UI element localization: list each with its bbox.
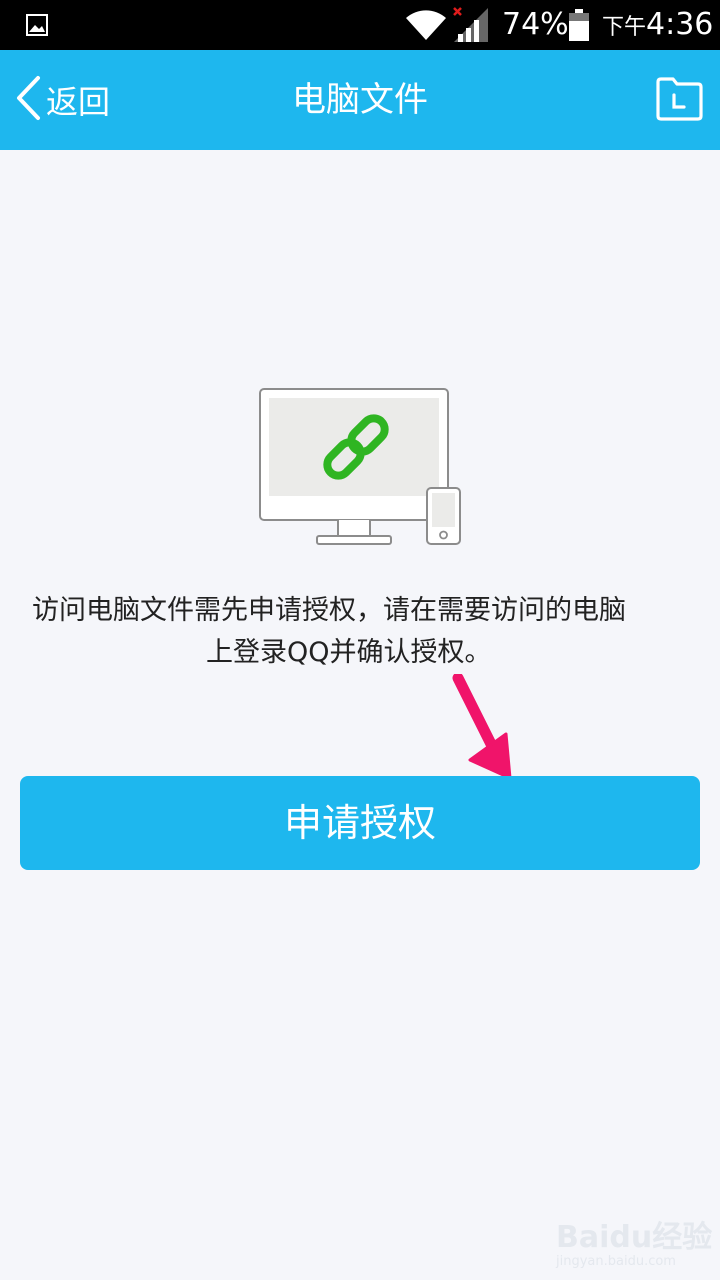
baidu-watermark: Baidu经验 jingyan.baidu.com bbox=[556, 1212, 712, 1269]
phone-icon bbox=[426, 487, 461, 545]
nav-bar: 返回 电脑文件 bbox=[0, 50, 720, 150]
status-time-value: 4:36 bbox=[646, 7, 714, 42]
status-time: 下午4:36 bbox=[602, 8, 713, 45]
status-bar: 74% 下午4:36 bbox=[0, 0, 720, 50]
page-title: 电脑文件 bbox=[292, 80, 428, 120]
description-line-2: 上登录QQ并确认授权。 bbox=[206, 637, 492, 668]
pointer-arrow-icon bbox=[448, 672, 518, 790]
authorization-description: 访问电脑文件需先申请授权，请在需要访问的电脑 上登录QQ并确认授权。 bbox=[22, 590, 712, 674]
status-time-prefix: 下午 bbox=[602, 15, 647, 40]
battery-icon bbox=[568, 8, 590, 46]
wifi-icon bbox=[404, 8, 448, 46]
watermark-url: jingyan.baidu.com bbox=[556, 1254, 676, 1269]
watermark-brand: Baidu经验 bbox=[556, 1220, 713, 1255]
folder-icon[interactable] bbox=[654, 76, 704, 126]
computer-link-illustration bbox=[256, 386, 466, 554]
signal-icon bbox=[452, 6, 492, 48]
battery-percent: 74% bbox=[502, 7, 569, 42]
description-line-1: 访问电脑文件需先申请授权，请在需要访问的电脑 bbox=[32, 595, 626, 626]
gallery-icon bbox=[26, 14, 48, 40]
request-authorization-button[interactable]: 申请授权 bbox=[20, 776, 700, 870]
